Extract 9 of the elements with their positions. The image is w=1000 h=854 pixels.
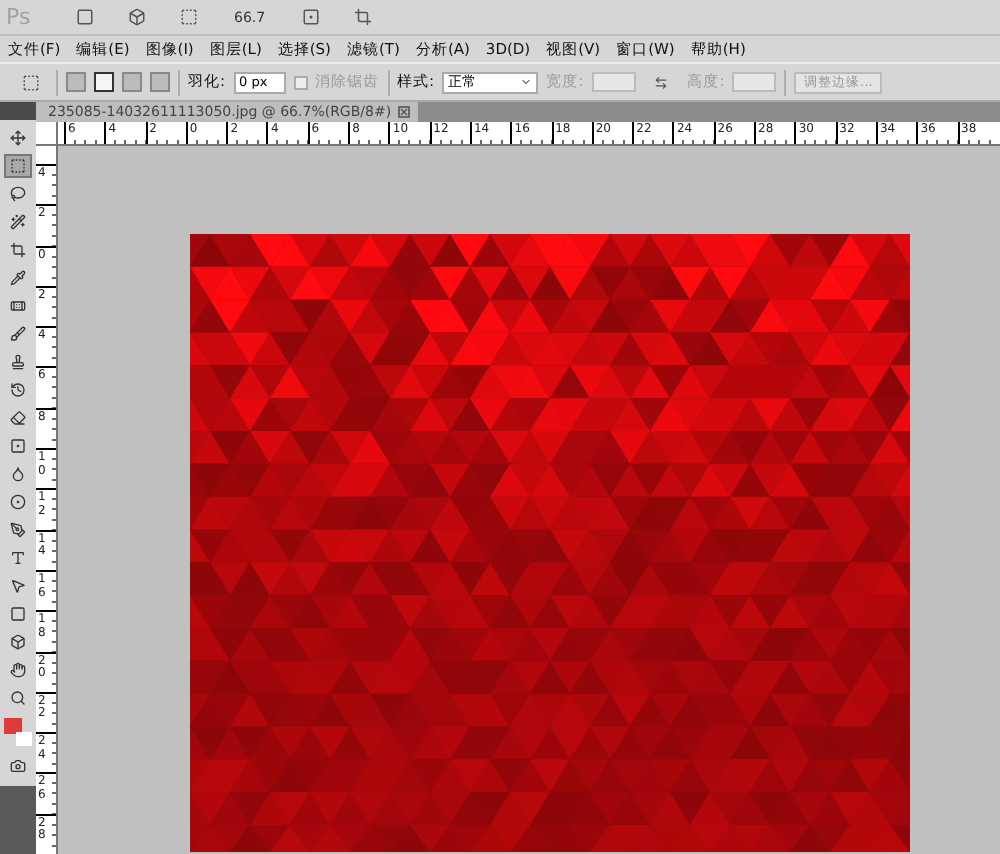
app-logo: Ps	[6, 4, 33, 30]
close-icon[interactable]	[397, 106, 410, 118]
width-field[interactable]	[591, 72, 636, 92]
height-field[interactable]	[732, 72, 777, 92]
caret-icon	[520, 76, 533, 88]
panel-header-bar	[0, 102, 36, 120]
foreground-swatch[interactable]	[4, 718, 22, 734]
selection-mode-button[interactable]	[94, 72, 114, 92]
background-swatch[interactable]	[16, 732, 32, 746]
